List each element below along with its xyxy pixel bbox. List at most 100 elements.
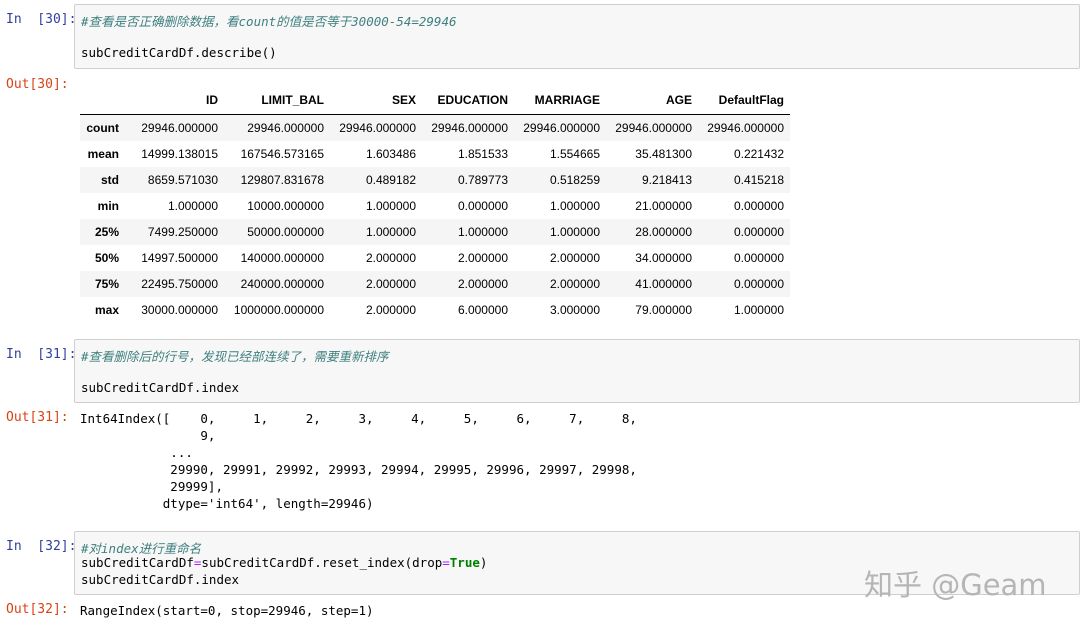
table-cell: 2.000000 [365,303,416,317]
input-prompt-30: In [30]: [6,12,77,27]
table-row: max 30000.000000 1000000.000000 2.000000… [80,297,790,323]
row-label: min [97,199,119,213]
table-cell: 1.554665 [549,147,600,161]
table-cell: 10000.000000 [247,199,324,213]
table-cell: 1.603486 [365,147,416,161]
table-cell: 30000.000000 [141,303,218,317]
code-token: ) [479,555,488,570]
table-cell: 2.000000 [365,251,416,265]
table-cell: 3.000000 [549,303,600,317]
row-label: 25% [94,225,119,239]
output-prompt-32: Out[32]: [6,602,69,617]
output-prompt-30: Out[30]: [6,77,69,92]
table-cell: 167546.573165 [240,147,324,161]
table-row: 75% 22495.750000 240000.000000 2.000000 … [80,271,790,297]
table-header-row: ID LIMIT_BAL SEX EDUCATION MARRIAGE AGE … [80,86,790,115]
output-prompt-31: Out[31]: [6,410,69,425]
table-cell: 14997.500000 [141,251,218,265]
code-line: subCreditCardDf.index [81,572,240,587]
table-row: min 1.000000 10000.000000 1.000000 0.000… [80,193,790,219]
table-cell: 0.000000 [733,277,784,291]
table-cell: 1.000000 [733,303,784,317]
table-cell: 1.851533 [457,147,508,161]
column-header: SEX [330,86,422,115]
row-label: std [101,173,119,187]
table-row: std 8659.571030 129807.831678 0.489182 0… [80,167,790,193]
code-line: subCreditCardDf.describe() [81,45,277,60]
row-label: 75% [94,277,119,291]
column-header: ID [125,86,224,115]
table-cell: 34.000000 [635,251,692,265]
table-cell: 8659.571030 [147,173,218,187]
table-cell: 1.000000 [365,199,416,213]
table-cell: 0.518259 [549,173,600,187]
table-cell: 240000.000000 [240,277,324,291]
row-label: count [86,121,119,135]
table-cell: 1000000.000000 [233,303,324,317]
cell-output: Int64Index([ 0, 1, 2, 3, 4, 5, 6, 7, 8, … [80,411,637,511]
column-header: LIMIT_BAL [224,86,330,115]
table-cell: 14999.138015 [141,147,218,161]
table-cell: 0.415218 [733,173,784,187]
input-prompt-32: In [32]: [6,539,77,554]
row-label: 50% [94,251,119,265]
table-cell: 41.000000 [635,277,692,291]
operator-token: = [442,555,450,570]
row-label: max [94,303,119,317]
table-cell: 22495.750000 [141,277,218,291]
table-cell: 21.000000 [635,199,692,213]
keyword-token: True [449,555,480,570]
code-comment: #查看是否正确删除数据，看count的值是否等于30000-54=29946 [81,14,457,29]
table-cell: 29946.000000 [523,121,600,135]
input-prompt-31: In [31]: [6,347,77,362]
column-header [80,86,125,115]
table-cell: 0.000000 [733,225,784,239]
table-row: 50% 14997.500000 140000.000000 2.000000 … [80,245,790,271]
table-cell: 2.000000 [549,251,600,265]
table-cell: 29946.000000 [141,121,218,135]
table-cell: 1.000000 [457,225,508,239]
column-header: DefaultFlag [698,86,790,115]
table-cell: 0.221432 [733,147,784,161]
watermark: 知乎 @Geam [864,568,1047,602]
table-cell: 7499.250000 [147,225,218,239]
table-cell: 29946.000000 [615,121,692,135]
table-cell: 1.000000 [549,199,600,213]
table-cell: 1.000000 [167,199,218,213]
code-token: subCreditCardDf.reset_index(drop [201,555,443,570]
describe-dataframe: ID LIMIT_BAL SEX EDUCATION MARRIAGE AGE … [80,86,790,323]
table-cell: 29946.000000 [431,121,508,135]
column-header: EDUCATION [422,86,514,115]
code-line: subCreditCardDf.index [81,380,240,395]
code-token: subCreditCardDf [81,555,194,570]
table-cell: 2.000000 [365,277,416,291]
table-row: count 29946.000000 29946.000000 29946.00… [80,114,790,141]
table-cell: 0.789773 [457,173,508,187]
table-cell: 1.000000 [365,225,416,239]
row-label: mean [87,147,119,161]
table-cell: 29946.000000 [247,121,324,135]
cell-output: RangeIndex(start=0, stop=29946, step=1) [80,603,374,618]
table-row: 25% 7499.250000 50000.000000 1.000000 1.… [80,219,790,245]
table-cell: 0.000000 [733,199,784,213]
table-cell: 35.481300 [635,147,692,161]
table-cell: 2.000000 [457,277,508,291]
table-cell: 0.000000 [733,251,784,265]
column-header: AGE [606,86,698,115]
table-cell: 2.000000 [457,251,508,265]
table-cell: 29946.000000 [339,121,416,135]
table-cell: 0.489182 [365,173,416,187]
table-cell: 2.000000 [549,277,600,291]
table-row: mean 14999.138015 167546.573165 1.603486… [80,141,790,167]
code-comment: #查看删除后的行号，发现已经部连续了，需要重新排序 [81,349,389,364]
column-header: MARRIAGE [514,86,606,115]
table-cell: 0.000000 [457,199,508,213]
table-cell: 6.000000 [457,303,508,317]
table-cell: 1.000000 [549,225,600,239]
code-line: subCreditCardDf =subCreditCardDf.reset_in… [81,555,487,570]
table-cell: 50000.000000 [247,225,324,239]
table-cell: 9.218413 [641,173,692,187]
table-cell: 29946.000000 [707,121,784,135]
table-cell: 28.000000 [635,225,692,239]
table-cell: 129807.831678 [240,173,324,187]
